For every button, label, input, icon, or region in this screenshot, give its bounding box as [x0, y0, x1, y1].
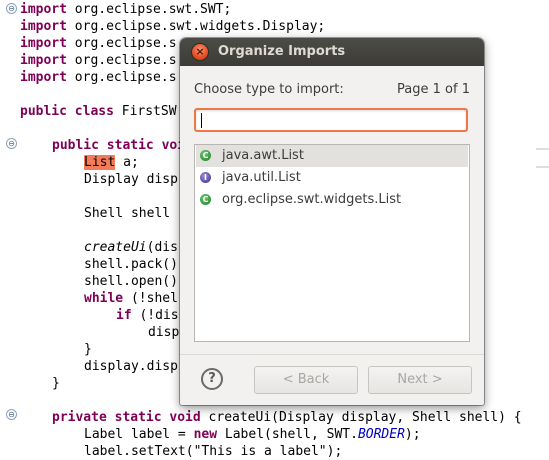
interface-icon: I: [200, 172, 211, 183]
next-button[interactable]: Next >: [368, 366, 472, 394]
code-line: display.disp: [84, 359, 178, 374]
prompt-row: Choose type to import: Page 1 of 1: [194, 82, 470, 100]
text-caret: [201, 113, 202, 128]
type-filter-input[interactable]: [194, 108, 468, 132]
code-line: while (!shel: [84, 291, 178, 306]
list-item[interactable]: C java.awt.List: [196, 145, 468, 167]
dialog-title: Organize Imports: [218, 44, 346, 59]
type-list[interactable]: C java.awt.List I java.util.List C org.e…: [194, 144, 470, 342]
code-line: }: [84, 342, 92, 357]
close-icon[interactable]: ×: [192, 44, 208, 60]
code-line: Shell shell: [84, 206, 171, 221]
fold-marker-icon[interactable]: ⊖: [6, 3, 17, 14]
prompt-label: Choose type to import:: [194, 82, 344, 97]
help-icon[interactable]: ?: [201, 368, 223, 390]
list-item-label: java.awt.List: [222, 148, 304, 163]
code-line: }: [52, 376, 60, 391]
code-line: private static void createUi(Display dis…: [52, 410, 522, 425]
page-indicator: Page 1 of 1: [397, 82, 470, 97]
back-button[interactable]: < Back: [254, 366, 358, 394]
error-highlight: List: [84, 155, 116, 170]
fold-marker-icon[interactable]: ⊖: [6, 409, 17, 420]
code-line: List a;: [84, 155, 139, 170]
code-line: shell.open(): [84, 274, 178, 289]
code-line: label.setText("This is a label");: [84, 444, 343, 459]
footer-divider: [180, 354, 484, 355]
code-line: disp: [148, 325, 180, 340]
code-line: createUi(dis: [84, 240, 178, 255]
overview-ruler-mark: [536, 166, 549, 168]
dialog-titlebar[interactable]: × Organize Imports: [180, 38, 484, 66]
code-line: if (!dis: [116, 308, 179, 323]
code-line: public class FirstSW: [20, 104, 177, 119]
code-line: Label label = new Label(shell, SWT.BORDE…: [84, 427, 421, 442]
list-item[interactable]: I java.util.List: [196, 167, 468, 189]
class-icon: C: [200, 150, 211, 161]
list-item-label: org.eclipse.swt.widgets.List: [222, 192, 402, 207]
organize-imports-dialog: × Organize Imports Choose type to import…: [180, 38, 484, 405]
code-line: Display disp: [84, 172, 178, 187]
fold-marker-icon[interactable]: ⊖: [6, 138, 17, 149]
code-line: import org.eclipse.swt.SWT;: [20, 2, 232, 17]
code-line: import org.eclipse.s: [20, 36, 177, 51]
code-line: import org.eclipse.s: [20, 70, 177, 85]
code-line: public static voi: [52, 138, 186, 153]
class-icon: C: [200, 194, 211, 205]
list-item[interactable]: C org.eclipse.swt.widgets.List: [196, 189, 468, 211]
code-line: shell.pack(): [84, 257, 178, 272]
code-line: import org.eclipse.s: [20, 53, 177, 68]
list-item-label: java.util.List: [222, 170, 301, 185]
code-line: import org.eclipse.swt.widgets.Display;: [20, 19, 326, 34]
overview-ruler-mark: [536, 148, 549, 150]
